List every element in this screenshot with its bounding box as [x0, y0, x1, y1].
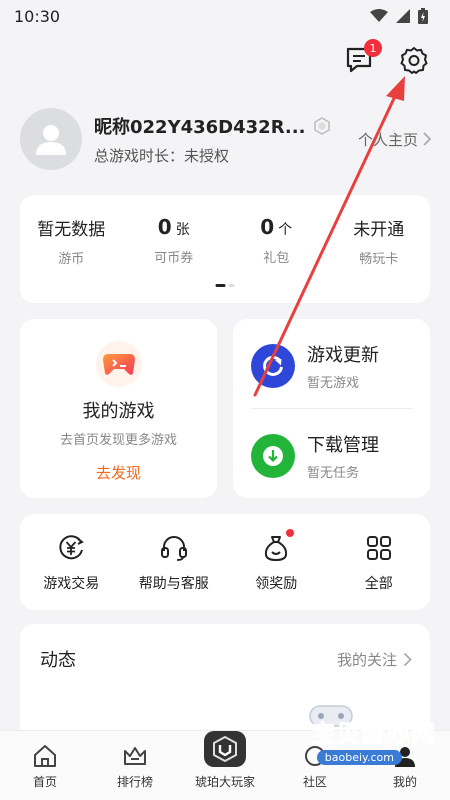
- bottom-nav: 首页 排行榜 琥珀大玩家 社区 我的: [0, 730, 450, 800]
- community-icon: [305, 746, 325, 766]
- tools-card: 游戏交易 帮助与客服 领奖励 全部: [20, 514, 430, 610]
- grid-icon: [362, 531, 396, 565]
- stat-coupons[interactable]: 0张 可币券: [123, 215, 226, 279]
- notification-dot: [286, 529, 295, 537]
- top-actions: 1: [344, 39, 430, 76]
- reward-bag-icon: [259, 529, 295, 565]
- stat-value: 暂无数据: [37, 220, 106, 240]
- status-bar: 10:30: [0, 0, 450, 32]
- nav-home[interactable]: 首页: [0, 731, 90, 800]
- stat-coins[interactable]: 暂无数据 游币: [20, 215, 123, 279]
- download-manager-entry[interactable]: 下载管理 暂无任务: [251, 431, 379, 481]
- total-playtime: 总游戏时长：未授权: [94, 146, 230, 165]
- chevron-right-icon: [423, 132, 432, 146]
- gamepad-icon: [95, 341, 142, 387]
- nav-ranking[interactable]: 排行榜: [90, 731, 180, 800]
- stat-label: 游币: [58, 252, 85, 267]
- assets-card: 暂无数据 游币 0张 可币券 0个 礼包 未开通 畅玩卡: [20, 195, 430, 303]
- crown-icon: [124, 747, 146, 765]
- status-time: 10:30: [14, 6, 61, 26]
- nav-label: 首页: [32, 775, 57, 789]
- my-games-title: 我的游戏: [82, 401, 155, 422]
- level-hexagon-icon: [314, 116, 331, 135]
- stat-unit: 张: [175, 222, 190, 238]
- nav-label: 琥珀大玩家: [194, 775, 255, 789]
- download-manager-subtitle: 暂无任务: [307, 466, 360, 481]
- stat-unit: 个: [278, 222, 293, 238]
- game-update-title: 游戏更新: [307, 345, 379, 366]
- headset-icon: [157, 531, 191, 565]
- amber-logo-icon: [204, 731, 246, 767]
- page-indicator: [215, 284, 235, 287]
- my-games-card[interactable]: 我的游戏 去首页发现更多游戏 去发现: [20, 319, 217, 498]
- nav-community[interactable]: 社区: [270, 731, 360, 800]
- yen-exchange-icon: [54, 531, 88, 565]
- stat-label: 礼包: [263, 251, 290, 266]
- avatar[interactable]: [20, 108, 82, 170]
- stat-value: 0: [157, 215, 172, 239]
- tool-label: 帮助与客服: [138, 576, 209, 592]
- nickname: 昵称022Y436D432R...: [94, 116, 306, 138]
- signal-icon: [396, 9, 410, 23]
- nav-mine[interactable]: 我的: [360, 731, 450, 800]
- game-manage-card: 游戏更新 暂无游戏 下载管理 暂无任务: [233, 319, 430, 498]
- nav-label: 我的: [392, 775, 417, 789]
- messages-button[interactable]: 1: [344, 39, 382, 76]
- wifi-icon: [370, 9, 388, 22]
- tool-label: 全部: [364, 576, 393, 592]
- gear-icon: [400, 47, 428, 74]
- message-badge: 1: [364, 39, 382, 57]
- nav-label: 社区: [302, 775, 327, 789]
- nav-label: 排行榜: [116, 775, 153, 789]
- download-manager-title: 下载管理: [307, 435, 379, 456]
- stat-gift-packs[interactable]: 0个 礼包: [225, 215, 328, 279]
- tool-game-trade[interactable]: 游戏交易: [20, 531, 123, 593]
- game-update-entry[interactable]: 游戏更新 暂无游戏: [251, 341, 379, 391]
- feed-title: 动态: [40, 650, 76, 671]
- stat-value: 未开通: [353, 220, 405, 240]
- user-icon: [395, 747, 415, 767]
- stat-label: 可币券: [154, 251, 194, 266]
- stat-play-card[interactable]: 未开通 畅玩卡: [328, 215, 431, 279]
- settings-button[interactable]: [398, 44, 430, 76]
- personal-homepage-link[interactable]: 个人主页: [358, 129, 432, 150]
- stat-label: 畅玩卡: [359, 252, 399, 267]
- tool-label: 领奖励: [255, 576, 298, 592]
- discover-link[interactable]: 去发现: [96, 462, 141, 483]
- stat-value: 0: [260, 215, 275, 239]
- download-icon: [251, 434, 295, 478]
- nav-amber-player[interactable]: 琥珀大玩家: [180, 731, 270, 800]
- tool-help-service[interactable]: 帮助与客服: [123, 531, 226, 593]
- tool-label: 游戏交易: [43, 576, 100, 592]
- homepage-label: 个人主页: [357, 130, 418, 149]
- game-update-subtitle: 暂无游戏: [307, 376, 360, 391]
- my-games-subtitle: 去首页发现更多游戏: [59, 433, 177, 448]
- chevron-right-icon: [403, 652, 412, 666]
- tool-rewards[interactable]: 领奖励: [225, 529, 328, 593]
- home-icon: [34, 745, 56, 767]
- battery-icon: [418, 8, 428, 24]
- tool-all[interactable]: 全部: [328, 531, 431, 593]
- divider: [251, 408, 412, 409]
- refresh-icon: [251, 344, 295, 388]
- default-avatar-icon: [36, 125, 66, 155]
- feed-card: 动态 我的关注: [20, 624, 430, 744]
- my-follows-label: 我的关注: [336, 650, 397, 669]
- profile-section[interactable]: 昵称022Y436D432R... 总游戏时长：未授权 个人主页: [20, 108, 432, 170]
- my-follows-link[interactable]: 我的关注: [337, 649, 412, 670]
